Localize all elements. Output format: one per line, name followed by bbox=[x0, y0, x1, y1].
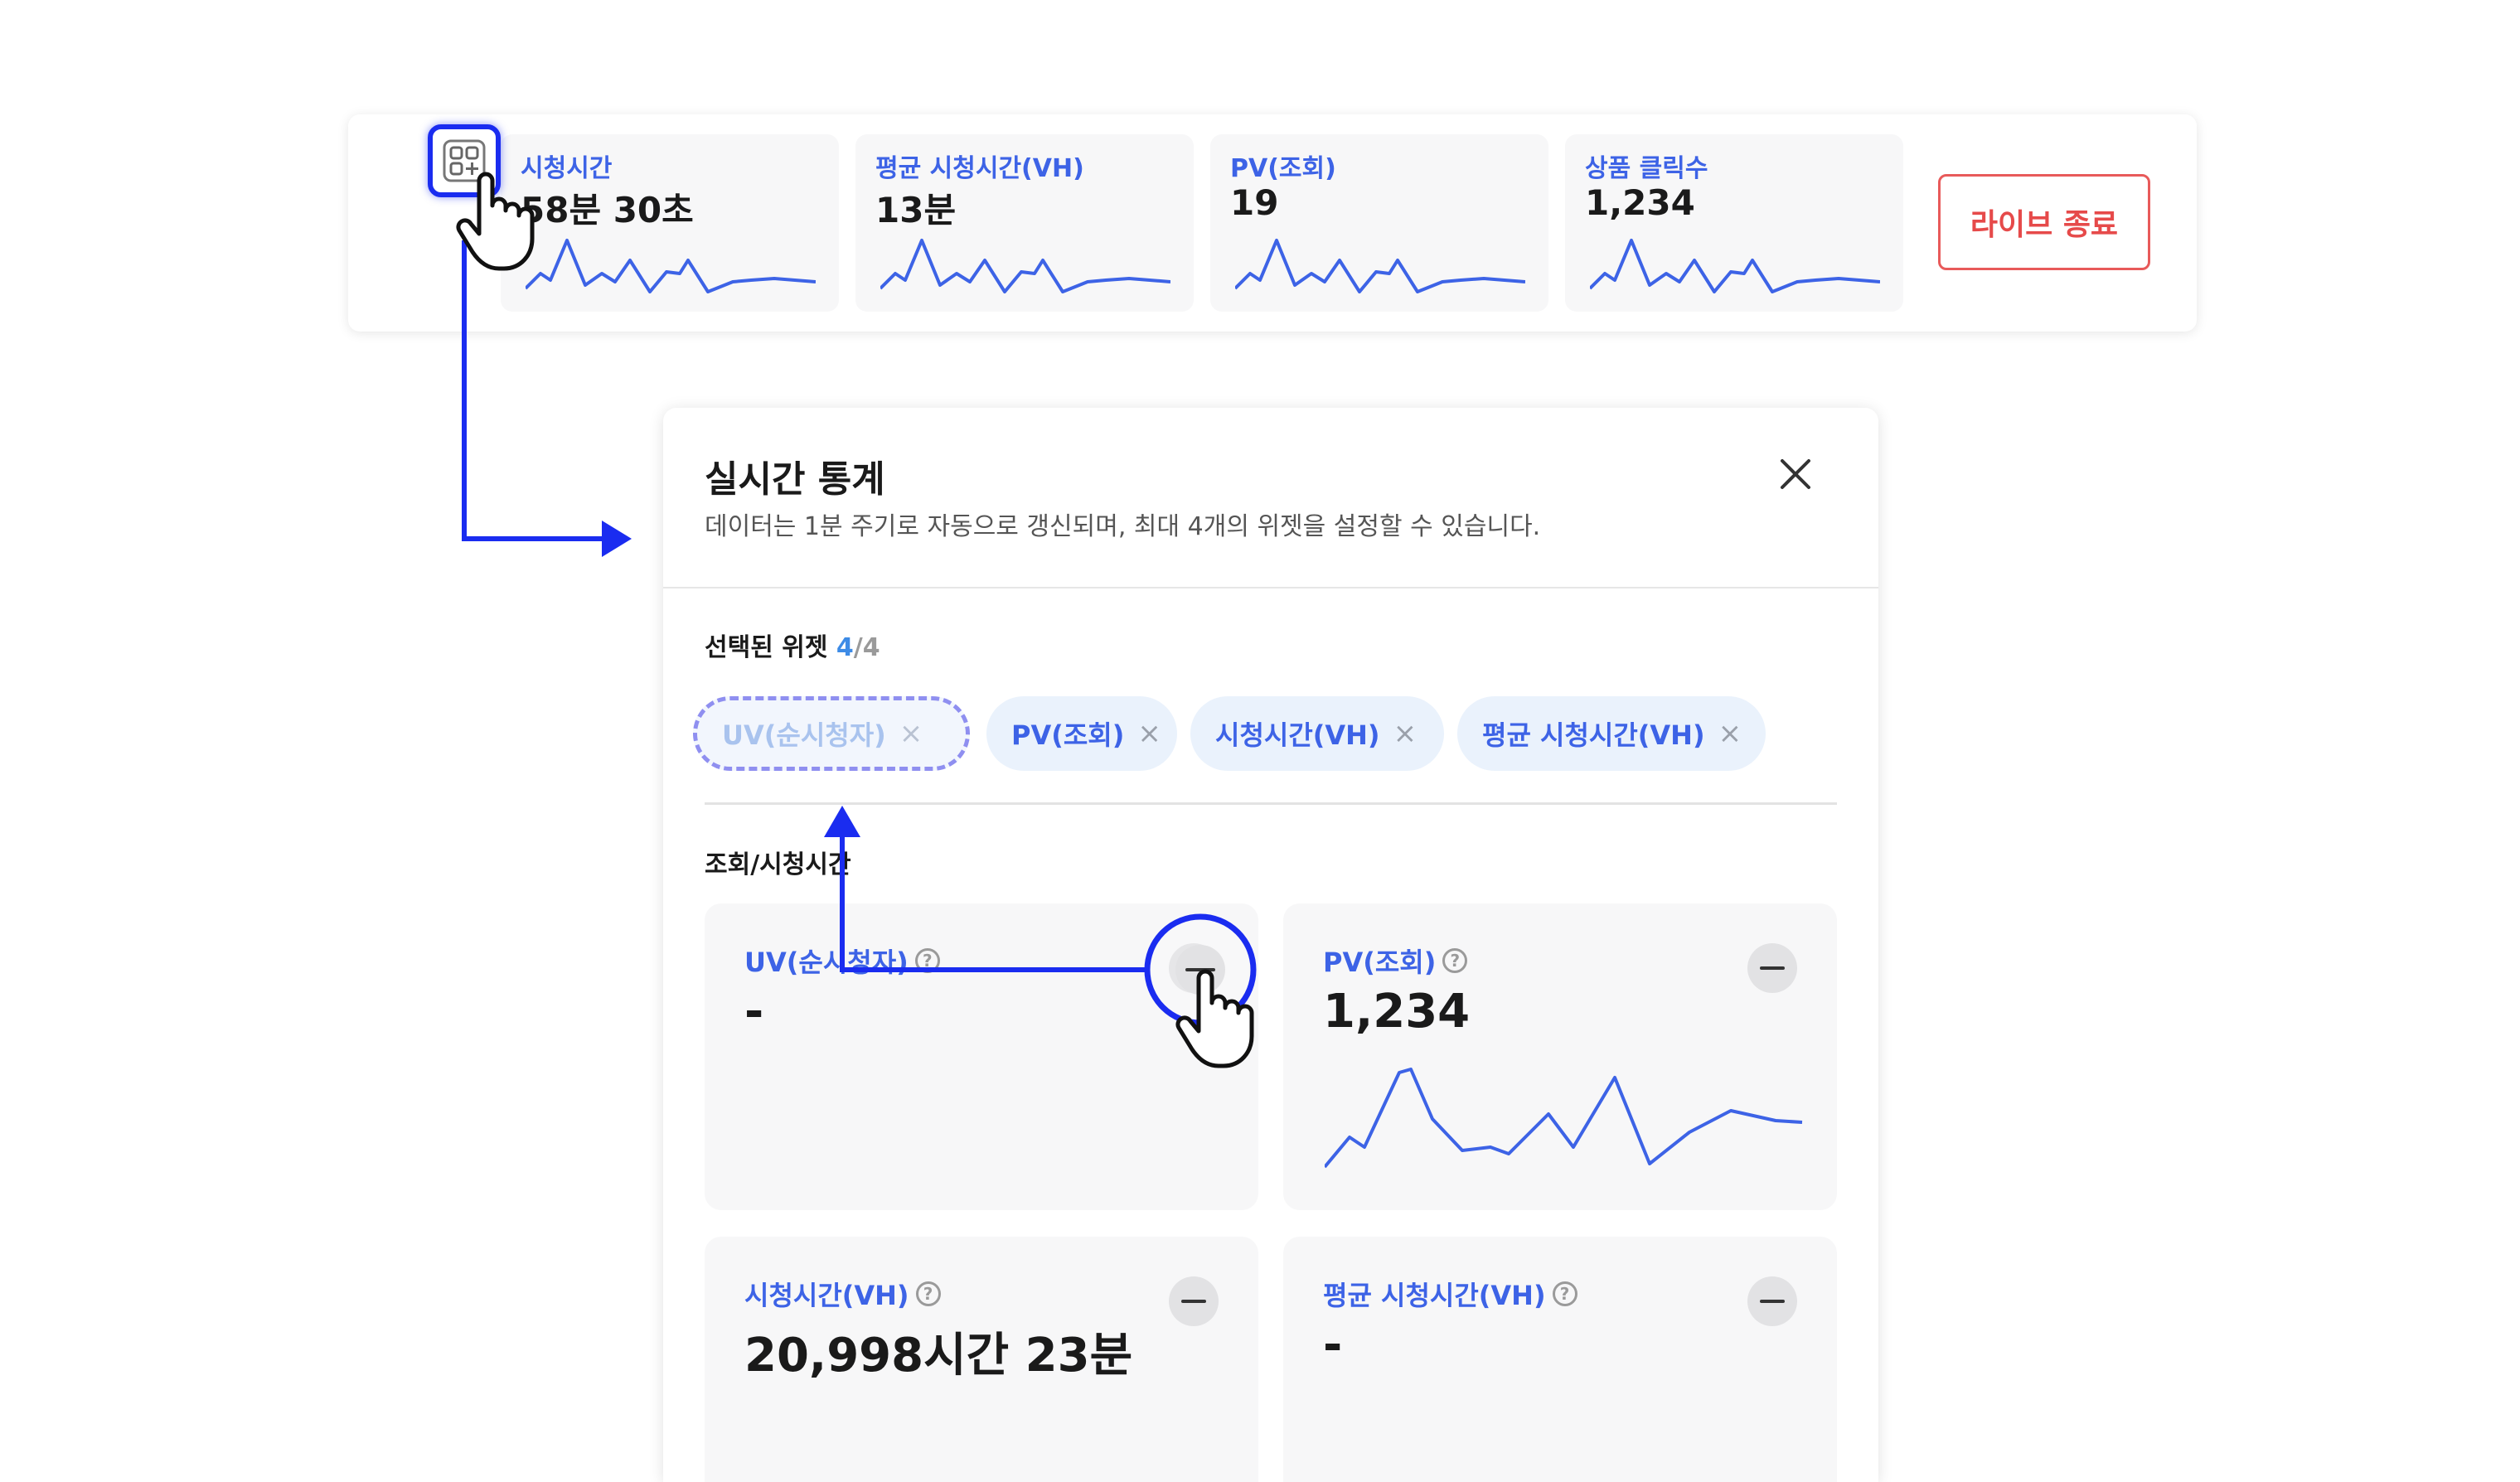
widget-label-text: PV(조회) bbox=[1323, 947, 1437, 978]
metric-label: 상품 클릭수 bbox=[1585, 154, 1708, 183]
chip-watch-time[interactable]: 시청시간(VH) × bbox=[1190, 696, 1444, 771]
close-button[interactable] bbox=[1774, 453, 1817, 496]
chip-remove-icon[interactable]: × bbox=[899, 717, 923, 750]
remove-widget-button[interactable] bbox=[1169, 943, 1219, 993]
sparkline bbox=[1325, 1068, 1803, 1169]
widget-label-text: UV(순시청자) bbox=[744, 947, 909, 978]
selected-widgets-label: 선택된 위젯 4/4 bbox=[705, 627, 880, 663]
section-title: 조회/시청시간 bbox=[705, 850, 851, 879]
help-icon[interactable]: ? bbox=[915, 1281, 941, 1306]
metric-card-product-clicks[interactable]: 상품 클릭수 1,234 bbox=[1565, 134, 1903, 312]
metric-value: 1,234 bbox=[1585, 182, 1695, 223]
widget-label: 시청시간(VH) ? bbox=[744, 1275, 941, 1313]
chip-avg-watch-time[interactable]: 평균 시청시간(VH) × bbox=[1457, 696, 1766, 771]
widget-label-text: 평균 시청시간(VH) bbox=[1323, 1280, 1546, 1311]
selected-count: 4 bbox=[836, 633, 854, 662]
widget-value: 20,998시간 23분 bbox=[744, 1329, 1133, 1383]
widget-settings-button[interactable] bbox=[428, 124, 501, 197]
remove-widget-button[interactable] bbox=[1169, 1276, 1219, 1326]
selected-total: /4 bbox=[853, 633, 880, 662]
sparkline bbox=[1590, 239, 1880, 293]
chip-remove-icon[interactable]: × bbox=[1137, 717, 1161, 750]
widget-card-watch-time: 시청시간(VH) ? 20,998시간 23분 bbox=[705, 1237, 1258, 1482]
chip-label: UV(순시청자) bbox=[722, 719, 886, 751]
sparkline bbox=[1235, 239, 1525, 293]
metric-card-avg-watch-time[interactable]: 평균 시청시간(VH) 13분 bbox=[855, 134, 1194, 312]
metric-value: 19 bbox=[1230, 182, 1279, 223]
widget-label: PV(조회) ? bbox=[1323, 942, 1468, 980]
metric-label: 평균 시청시간(VH) bbox=[875, 154, 1084, 183]
remove-widget-button[interactable] bbox=[1747, 943, 1797, 993]
help-icon[interactable]: ? bbox=[1552, 1281, 1577, 1306]
sparkline bbox=[880, 239, 1170, 293]
modal-subtitle: 데이터는 1분 주기로 자동으로 갱신되며, 최대 4개의 위젯을 설정할 수 … bbox=[705, 512, 1541, 541]
widget-value: - bbox=[1323, 1318, 1343, 1372]
metric-card-pv[interactable]: PV(조회) 19 bbox=[1210, 134, 1548, 312]
widget-label: UV(순시청자) ? bbox=[744, 942, 940, 980]
help-icon[interactable]: ? bbox=[914, 948, 940, 973]
chip-uv-removing[interactable]: UV(순시청자) × bbox=[693, 696, 970, 771]
modal-title: 실시간 통계 bbox=[705, 458, 885, 501]
chip-label: PV(조회) bbox=[1011, 719, 1125, 751]
realtime-stats-modal: 실시간 통계 데이터는 1분 주기로 자동으로 갱신되며, 최대 4개의 위젯을… bbox=[663, 408, 1878, 1482]
chip-remove-icon[interactable]: × bbox=[1393, 717, 1418, 750]
end-live-button[interactable]: 라이브 종료 bbox=[1938, 174, 2150, 270]
chip-label: 시청시간(VH) bbox=[1215, 719, 1380, 751]
chip-remove-icon[interactable]: × bbox=[1718, 717, 1742, 750]
arrow-head-icon bbox=[602, 521, 632, 557]
widget-card-uv: UV(순시청자) ? - bbox=[705, 903, 1258, 1210]
widget-value: - bbox=[744, 985, 764, 1039]
widget-card-avg-watch-time: 평균 시청시간(VH) ? - bbox=[1283, 1237, 1837, 1482]
metric-card-watch-time[interactable]: 시청시간 58분 30초 bbox=[501, 134, 839, 312]
sparkline bbox=[526, 239, 816, 293]
help-icon[interactable]: ? bbox=[1442, 948, 1468, 973]
widget-add-icon bbox=[443, 139, 486, 182]
widget-value: 1,234 bbox=[1323, 985, 1471, 1039]
chip-label: 평균 시청시간(VH) bbox=[1482, 719, 1705, 751]
close-icon bbox=[1781, 459, 1810, 489]
remove-widget-button[interactable] bbox=[1747, 1276, 1797, 1326]
metric-value: 13분 bbox=[875, 190, 957, 230]
metric-label: PV(조회) bbox=[1230, 154, 1336, 183]
widget-label-text: 시청시간(VH) bbox=[744, 1280, 909, 1311]
widget-card-pv: PV(조회) ? 1,234 bbox=[1283, 903, 1837, 1210]
chip-pv[interactable]: PV(조회) × bbox=[986, 696, 1177, 771]
metric-value: 58분 30초 bbox=[521, 190, 694, 230]
divider bbox=[705, 802, 1837, 805]
metric-label: 시청시간 bbox=[521, 154, 613, 183]
divider bbox=[663, 587, 1878, 588]
widget-label: 평균 시청시간(VH) ? bbox=[1323, 1275, 1577, 1313]
selected-label-text: 선택된 위젯 bbox=[705, 633, 828, 662]
